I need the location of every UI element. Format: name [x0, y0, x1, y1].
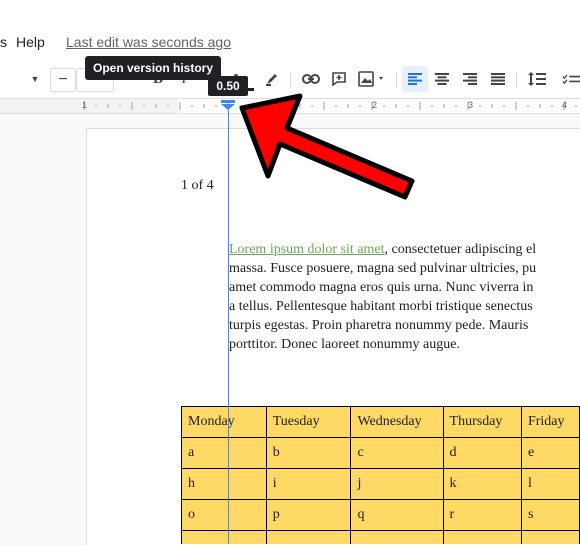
red-arrow-annotation-icon [239, 93, 415, 200]
